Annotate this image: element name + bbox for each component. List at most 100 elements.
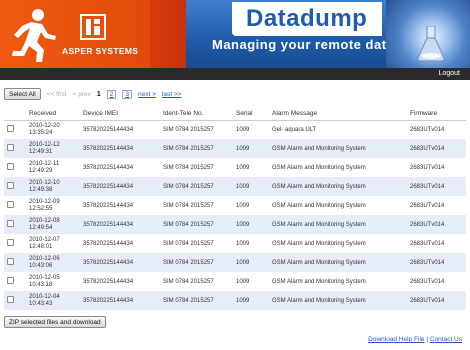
- firmware-cell: 2683UTv014: [407, 291, 466, 310]
- received-time: 12:49:31: [29, 148, 53, 155]
- row-checkbox[interactable]: [7, 239, 14, 246]
- imei-cell: 357820225144434: [80, 215, 160, 234]
- serial-cell: 1009: [233, 272, 269, 291]
- ident-cell: SIM 0784 2015257: [160, 158, 233, 177]
- table-row[interactable]: 2010-12-09 12:52:55 357820225144434 SIM 078…: [4, 196, 466, 215]
- column-header-imei[interactable]: Device IMEI: [80, 108, 160, 121]
- row-checkbox[interactable]: [7, 163, 14, 170]
- column-header-received[interactable]: Received: [26, 108, 80, 121]
- column-header-firmware[interactable]: Firmware: [407, 108, 466, 121]
- row-checkbox[interactable]: [7, 201, 14, 208]
- zip-download-button[interactable]: ZIP selected files and download: [4, 316, 106, 328]
- row-checkbox[interactable]: [7, 277, 14, 284]
- received-date: 2010-12-20: [29, 122, 60, 129]
- brand-name: ASPER SYSTEMS: [62, 46, 139, 56]
- firmware-cell: 2683UTv014: [407, 158, 466, 177]
- row-checkbox[interactable]: [7, 220, 14, 227]
- firmware-cell: 2683UTv014: [407, 215, 466, 234]
- received-time: 12:49:38: [29, 186, 53, 193]
- download-help-link[interactable]: Download Help File: [368, 336, 424, 343]
- row-checkbox[interactable]: [7, 258, 14, 265]
- table-row[interactable]: 2010-12-20 13:35:24 357820225144434 SIM 078…: [4, 120, 466, 139]
- row-select-cell: [4, 120, 26, 139]
- main-content: Select All << first < prev 1 2 3 next > …: [4, 86, 466, 328]
- table-header-row: Received Device IMEI Ident-Tele No. Seri…: [4, 108, 466, 121]
- column-header-ident[interactable]: Ident-Tele No.: [160, 108, 233, 121]
- alarm-cell: GSM Alarm and Monitoring System: [269, 272, 407, 291]
- row-select-cell: [4, 215, 26, 234]
- imei-cell: 357820225144434: [80, 177, 160, 196]
- logout-link[interactable]: Logout: [439, 70, 460, 77]
- firmware-cell: 2683UTv014: [407, 120, 466, 139]
- alarm-cell: GSM Alarm and Monitoring System: [269, 215, 407, 234]
- alarm-cell: GSM Alarm and Monitoring System: [269, 196, 407, 215]
- next-page-link[interactable]: next >: [138, 91, 156, 98]
- ident-cell: SIM 0784 2015257: [160, 253, 233, 272]
- ident-cell: SIM 0784 2015257: [160, 272, 233, 291]
- contact-us-link[interactable]: Contact Us: [430, 336, 462, 343]
- imei-cell: 357820225144434: [80, 196, 160, 215]
- imei-cell: 357820225144434: [80, 158, 160, 177]
- received-time: 12:49:29: [29, 167, 53, 174]
- ident-cell: SIM 0784 2015257: [160, 177, 233, 196]
- firmware-cell: 2683UTv014: [407, 139, 466, 158]
- received-cell: 2010-12-11 12:49:29: [26, 158, 80, 177]
- table-row[interactable]: 2010-12-06 10:43:06 357820225144434 SIM 078…: [4, 253, 466, 272]
- imei-cell: 357820225144434: [80, 253, 160, 272]
- serial-cell: 1009: [233, 291, 269, 310]
- firmware-cell: 2683UTv014: [407, 234, 466, 253]
- column-header-alarm[interactable]: Alarm Message: [269, 108, 407, 121]
- row-checkbox[interactable]: [7, 144, 14, 151]
- pagination-bar: Select All << first < prev 1 2 3 next > …: [4, 86, 466, 102]
- running-man-icon: [12, 9, 56, 62]
- ident-cell: SIM 0784 2015257: [160, 120, 233, 139]
- table-row[interactable]: 2010-12-04 10:43:43 357820225144434 SIM 078…: [4, 291, 466, 310]
- table-row[interactable]: 2010-12-08 12:49:54 357820225144434 SIM 078…: [4, 215, 466, 234]
- flask-icon: [417, 26, 445, 62]
- alarm-cell: GSM Alarm and Monitoring System: [269, 253, 407, 272]
- serial-cell: 1009: [233, 253, 269, 272]
- ident-cell: SIM 0784 2015257: [160, 234, 233, 253]
- row-checkbox[interactable]: [7, 182, 14, 189]
- last-page-link[interactable]: last >>: [162, 91, 182, 98]
- column-header-serial[interactable]: Serial: [233, 108, 269, 121]
- table-row[interactable]: 2010-12-10 12:49:38 357820225144434 SIM 078…: [4, 177, 466, 196]
- received-date: 2010-12-09: [29, 198, 60, 205]
- firmware-cell: 2683UTv014: [407, 253, 466, 272]
- firmware-cell: 2683UTv014: [407, 272, 466, 291]
- table-row[interactable]: 2010-12-11 12:49:29 357820225144434 SIM 078…: [4, 158, 466, 177]
- imei-cell: 357820225144434: [80, 139, 160, 158]
- serial-cell: 1009: [233, 196, 269, 215]
- received-cell: 2010-12-12 12:49:31: [26, 139, 80, 158]
- row-checkbox[interactable]: [7, 296, 14, 303]
- imei-cell: 357820225144434: [80, 234, 160, 253]
- table-row[interactable]: 2010-12-05 10:43:18 357820225144434 SIM 078…: [4, 272, 466, 291]
- received-time: 10:43:43: [29, 300, 53, 307]
- select-all-button[interactable]: Select All: [4, 88, 41, 100]
- table-row[interactable]: 2010-12-07 12:48:01 357820225144434 SIM 078…: [4, 234, 466, 253]
- page-2-link[interactable]: 2: [106, 89, 117, 99]
- received-date: 2010-12-11: [29, 160, 60, 167]
- serial-cell: 1009: [233, 158, 269, 177]
- alarm-cell: Gel- aquara ULT: [269, 120, 407, 139]
- alarm-cell: GSM Alarm and Monitoring System: [269, 234, 407, 253]
- app-header: ASPER SYSTEMS Datadump Managing your rem…: [0, 0, 470, 68]
- received-time: 12:52:55: [29, 205, 53, 212]
- asper-logo-icon: [80, 14, 106, 40]
- received-cell: 2010-12-08 12:49:54: [26, 215, 80, 234]
- page-3-link[interactable]: 3: [122, 89, 133, 99]
- serial-cell: 1009: [233, 215, 269, 234]
- ident-cell: SIM 0784 2015257: [160, 215, 233, 234]
- serial-cell: 1009: [233, 139, 269, 158]
- received-time: 10:43:06: [29, 262, 53, 269]
- row-checkbox[interactable]: [7, 125, 14, 133]
- data-table: Received Device IMEI Ident-Tele No. Seri…: [4, 108, 466, 310]
- footer-separator: |: [426, 336, 429, 343]
- received-cell: 2010-12-20 13:35:24: [26, 120, 80, 139]
- lab-photo: [386, 0, 470, 68]
- received-date: 2010-12-04: [29, 293, 60, 300]
- firmware-cell: 2683UTv014: [407, 196, 466, 215]
- firmware-cell: 2683UTv014: [407, 177, 466, 196]
- table-row[interactable]: 2010-12-12 12:49:31 357820225144434 SIM 078…: [4, 139, 466, 158]
- received-cell: 2010-12-04 10:43:43: [26, 291, 80, 310]
